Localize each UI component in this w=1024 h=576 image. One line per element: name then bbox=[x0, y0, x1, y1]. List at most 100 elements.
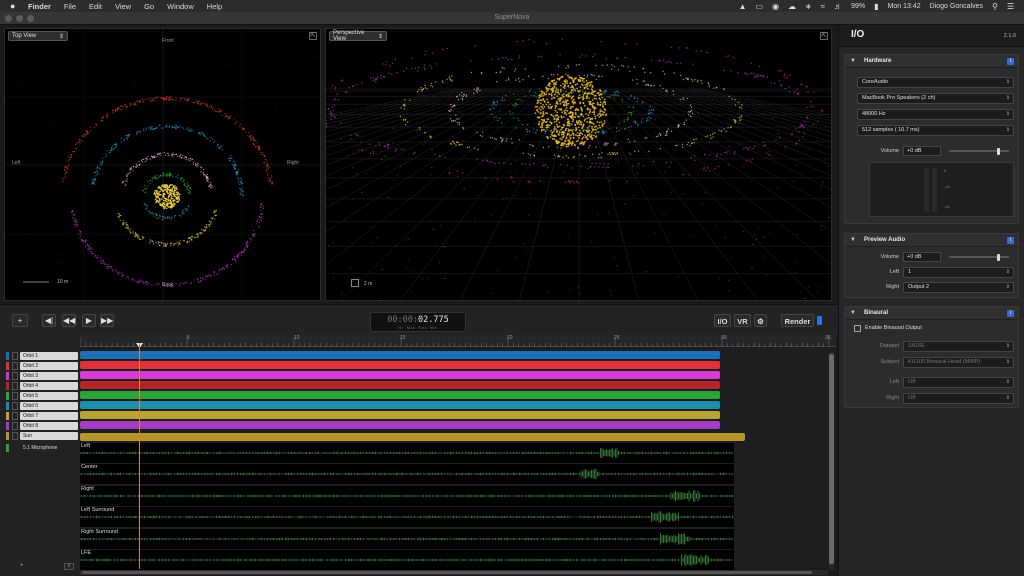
track-name-orbit-6[interactable]: Orbit 6 bbox=[20, 402, 78, 410]
track-name-orbit-5[interactable]: Orbit 5 bbox=[20, 392, 78, 400]
airplay-icon[interactable]: ▭ bbox=[756, 2, 764, 11]
hardware-volume-slider-knob[interactable] bbox=[996, 147, 1000, 155]
track-mute-toggle[interactable] bbox=[12, 352, 18, 360]
clip-orbit-3[interactable] bbox=[80, 371, 720, 379]
top-view-scene[interactable] bbox=[5, 29, 321, 301]
binaural-section-header[interactable]: ▼ Binaural i bbox=[845, 307, 1018, 320]
menu-view[interactable]: View bbox=[115, 2, 131, 11]
disclosure-triangle-icon[interactable]: ▼ bbox=[850, 237, 856, 243]
bluetooth-icon[interactable]: ∗ bbox=[805, 2, 812, 11]
wifi-icon[interactable]: ≈ bbox=[821, 2, 825, 11]
binaural-right-select[interactable]: Off ⇕ bbox=[903, 393, 1014, 404]
info-icon[interactable]: i bbox=[1007, 237, 1014, 244]
track-name-orbit-4[interactable]: Orbit 4 bbox=[20, 382, 78, 390]
search-icon[interactable]: ⚲ bbox=[992, 2, 998, 11]
clip-orbit-6[interactable] bbox=[80, 401, 720, 409]
track-mute-toggle[interactable] bbox=[12, 432, 18, 440]
menu-finder[interactable]: Finder bbox=[28, 2, 51, 11]
menu-window[interactable]: Window bbox=[167, 2, 194, 11]
track-name-orbit-1[interactable]: Orbit 1 bbox=[20, 352, 78, 360]
rewind-icon[interactable]: ◀◀ bbox=[62, 314, 76, 327]
clip-orbit-2[interactable] bbox=[80, 361, 720, 369]
track-name-microphone[interactable]: 5.1 Microphone bbox=[20, 444, 78, 452]
track-name-orbit-8[interactable]: Orbit 8 bbox=[20, 422, 78, 430]
track-mute-toggle[interactable] bbox=[12, 382, 18, 390]
preview-volume-field[interactable]: +0 dB bbox=[903, 252, 941, 262]
timeline-lanes[interactable]: Left Center Right Left Surround Right Su… bbox=[80, 348, 836, 570]
clip-orbit-5[interactable] bbox=[80, 391, 720, 399]
binaural-left-select[interactable]: Off ⇕ bbox=[903, 377, 1014, 388]
disclosure-triangle-icon[interactable]: ▼ bbox=[850, 310, 856, 316]
track-mute-toggle[interactable] bbox=[12, 412, 18, 420]
buffer-size-select[interactable]: 512 samples ( 10.7 ms) ⇕ bbox=[857, 125, 1014, 136]
clock[interactable]: Mon 13:42 bbox=[888, 3, 921, 10]
output-device-select[interactable]: MacBook Pro Speakers (2 ch) ⇕ bbox=[857, 93, 1014, 104]
menu-file[interactable]: File bbox=[64, 2, 76, 11]
preview-audio-section-header[interactable]: ▼ Preview Audio i bbox=[845, 234, 1018, 247]
user-name[interactable]: Diogo Goncalves bbox=[930, 3, 983, 10]
fast-forward-icon[interactable]: ▶▶ bbox=[100, 314, 114, 327]
sample-rate-select[interactable]: 48000 Hz ⇕ bbox=[857, 109, 1014, 120]
vertical-scrollbar-thumb[interactable] bbox=[829, 354, 834, 564]
expand-icon[interactable]: ⇱ bbox=[820, 32, 828, 40]
track-mute-toggle[interactable] bbox=[12, 392, 18, 400]
track-mute-toggle[interactable] bbox=[12, 362, 18, 370]
info-icon[interactable]: i bbox=[1007, 58, 1014, 65]
clip-orbit-8[interactable] bbox=[80, 421, 720, 429]
menu-go[interactable]: Go bbox=[144, 2, 154, 11]
track-mute-toggle[interactable] bbox=[12, 372, 18, 380]
volume-value-field[interactable]: +0 dB bbox=[903, 146, 941, 156]
notification-icon[interactable]: ◉ bbox=[772, 2, 779, 11]
top-view-mode-select[interactable]: Top View ⇕ bbox=[8, 31, 68, 41]
render-button[interactable]: Render bbox=[781, 314, 814, 327]
collapse-icon[interactable]: ≡ bbox=[64, 563, 74, 570]
volume-icon[interactable]: ♬ bbox=[834, 2, 842, 11]
enable-binaural-checkbox[interactable] bbox=[854, 325, 861, 332]
perspective-view-viewport[interactable]: Perspective View ⇕ ⇱ 2 m bbox=[325, 28, 832, 301]
add-track-icon[interactable]: + bbox=[20, 563, 24, 569]
add-button[interactable]: + bbox=[12, 314, 28, 327]
skip-back-icon[interactable]: ◀| bbox=[42, 314, 56, 327]
supernova-status-icon[interactable]: ▲ bbox=[739, 2, 747, 11]
track-name-orbit-7[interactable]: Orbit 7 bbox=[20, 412, 78, 420]
audio-driver-select[interactable]: CoreAudio ⇕ bbox=[857, 77, 1014, 88]
play-icon[interactable]: ▶ bbox=[82, 314, 96, 327]
playhead[interactable] bbox=[139, 343, 140, 569]
perspective-view-scene[interactable] bbox=[326, 29, 832, 301]
track-name-orbit-2[interactable]: Orbit 2 bbox=[20, 362, 78, 370]
disclosure-triangle-icon[interactable]: ▼ bbox=[850, 58, 856, 64]
clip-orbit-7[interactable] bbox=[80, 411, 720, 419]
vertical-scrollbar[interactable] bbox=[829, 352, 834, 570]
menu-help[interactable]: Help bbox=[207, 2, 222, 11]
clip-orbit-1[interactable] bbox=[80, 351, 720, 359]
clip-orbit-4[interactable] bbox=[80, 381, 720, 389]
preview-volume-slider[interactable] bbox=[949, 253, 1009, 261]
dataset-select[interactable]: SADIE ⇕ bbox=[903, 341, 1014, 352]
timeline-ruler[interactable]: 5 10 15 20 25 30 35 bbox=[80, 335, 836, 347]
menu-edit[interactable]: Edit bbox=[89, 2, 102, 11]
track-name-sun[interactable]: Sun bbox=[20, 432, 78, 440]
vr-button[interactable]: VR bbox=[734, 314, 751, 327]
perspective-view-mode-select[interactable]: Perspective View ⇕ bbox=[329, 30, 387, 42]
io-button[interactable]: I/O bbox=[714, 314, 731, 327]
horizontal-scrollbar-thumb[interactable] bbox=[82, 571, 812, 574]
top-view-viewport[interactable]: Top View ⇕ ⇱ Front Back Left Right 10 m bbox=[4, 28, 321, 301]
preview-left-select[interactable]: 1 ⇕ bbox=[903, 267, 1014, 278]
hardware-volume-slider[interactable] bbox=[949, 147, 1009, 155]
list-icon[interactable]: ☰ bbox=[1007, 2, 1014, 11]
expand-icon[interactable]: ⇱ bbox=[309, 32, 317, 40]
cloud-icon[interactable]: ☁ bbox=[788, 2, 796, 11]
grid-toggle-checkbox[interactable] bbox=[351, 279, 359, 287]
apple-icon[interactable]: ● bbox=[10, 1, 20, 11]
track-mute-toggle[interactable] bbox=[12, 422, 18, 430]
settings-gear-icon[interactable]: ⚙ bbox=[754, 314, 767, 327]
battery-icon[interactable]: ▮ bbox=[874, 2, 878, 11]
track-mute-toggle[interactable] bbox=[12, 402, 18, 410]
preview-volume-slider-knob[interactable] bbox=[996, 253, 1000, 261]
subject-select[interactable]: KU100 Binaural Head (MINP) ⇕ bbox=[903, 357, 1014, 368]
preview-right-select[interactable]: Output 2 ⇕ bbox=[903, 282, 1014, 293]
hardware-section-header[interactable]: ▼ Hardware i bbox=[845, 55, 1018, 68]
render-toggle[interactable] bbox=[817, 316, 822, 325]
clip-sun[interactable] bbox=[80, 433, 745, 441]
track-name-orbit-3[interactable]: Orbit 3 bbox=[20, 372, 78, 380]
